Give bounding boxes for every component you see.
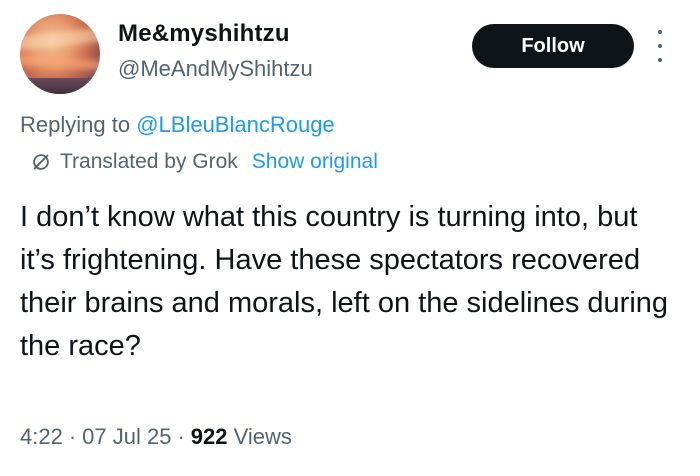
show-original-link[interactable]: Show original [252,150,378,174]
tweet-time[interactable]: 4:22 [20,424,63,449]
tweet-date[interactable]: 07 Jul 25 [82,424,171,449]
translate-icon [33,154,49,170]
translated-by-label: Translated by Grok [60,150,238,173]
follow-button[interactable]: Follow [472,24,634,68]
views-label: Views [233,424,292,449]
tweet-card: Me&myshihtzu @MeAndMyShihtzu Follow Repl… [0,0,700,476]
translation-notice: Translated by Grok Show original [30,150,378,174]
reply-mention-link[interactable]: @LBleuBlancRouge [136,112,334,137]
replying-to-label: Replying to [20,112,131,137]
user-handle[interactable]: @MeAndMyShihtzu [118,56,313,82]
more-vertical-icon[interactable] [654,30,666,62]
tweet-text: I don’t know what this country is turnin… [20,201,669,362]
views-count: 922 [190,424,228,449]
replying-to: Replying to @LBleuBlancRouge [20,112,335,138]
avatar[interactable] [20,14,100,94]
tweet-meta: 4:22 · 07 Jul 25 · 922 Views [20,424,292,449]
display-name[interactable]: Me&myshihtzu [118,20,290,48]
